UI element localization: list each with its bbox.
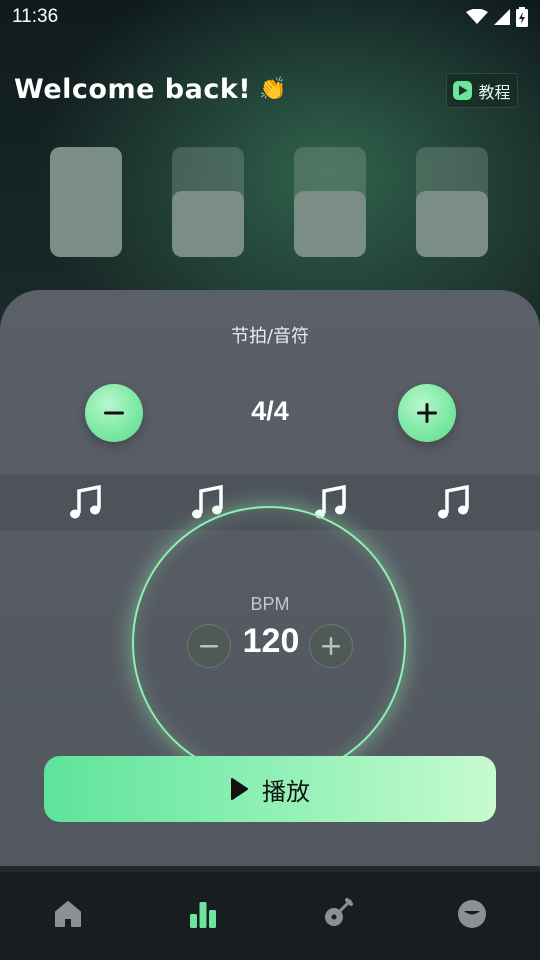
plus-icon — [417, 403, 437, 423]
metronome-panel: 节拍/音符 4/4 BPM 120 播放 — [0, 290, 540, 870]
signal-icon — [494, 9, 510, 25]
face-icon — [458, 900, 486, 928]
clapping-hands-icon: 👏 — [259, 77, 288, 102]
wifi-icon — [466, 9, 488, 25]
play-icon — [231, 778, 248, 800]
beat-card-fill — [172, 191, 244, 257]
music-note-icon[interactable] — [66, 483, 106, 523]
bpm-value: 120 — [242, 622, 300, 660]
nav-home[interactable] — [48, 894, 88, 934]
increase-bpm-button[interactable] — [309, 624, 353, 668]
status-time: 11:36 — [12, 6, 59, 27]
welcome-text: Welcome back! — [14, 74, 252, 105]
nav-instruments[interactable] — [317, 894, 357, 934]
minus-icon — [200, 645, 218, 648]
beat-card-fill — [294, 191, 366, 257]
bottom-nav — [0, 866, 540, 960]
beat-card-fill — [416, 191, 488, 257]
nav-stats[interactable] — [183, 894, 223, 934]
beat-card-4[interactable] — [416, 147, 488, 257]
bar-chart-icon — [190, 902, 216, 928]
minus-icon — [104, 411, 124, 415]
plus-icon — [322, 637, 340, 655]
beat-card-fill — [50, 147, 122, 257]
time-signature: 4/4 — [251, 396, 289, 426]
increase-signature-button[interactable] — [398, 384, 456, 442]
tutorial-label: 教程 — [478, 82, 511, 102]
section-title: 节拍/音符 — [230, 326, 310, 347]
guitar-icon — [325, 898, 353, 926]
play-button[interactable]: 播放 — [44, 756, 496, 822]
beat-card-3[interactable] — [294, 147, 366, 257]
home-icon — [55, 901, 81, 927]
play-label: 播放 — [262, 777, 310, 806]
play-icon — [453, 81, 473, 100]
decrease-signature-button[interactable] — [85, 384, 143, 442]
status-icons — [466, 7, 528, 27]
bpm-label: BPM — [250, 594, 290, 614]
nav-profile[interactable] — [452, 894, 492, 934]
status-bar: 11:36 — [0, 0, 540, 34]
music-note-icon[interactable] — [434, 483, 474, 523]
beat-card-2[interactable] — [172, 147, 244, 257]
welcome-title: Welcome back! 👏 — [14, 74, 287, 105]
tutorial-button[interactable]: 教程 — [446, 73, 518, 108]
battery-charging-icon — [516, 7, 528, 27]
beat-card-1[interactable] — [50, 147, 122, 257]
